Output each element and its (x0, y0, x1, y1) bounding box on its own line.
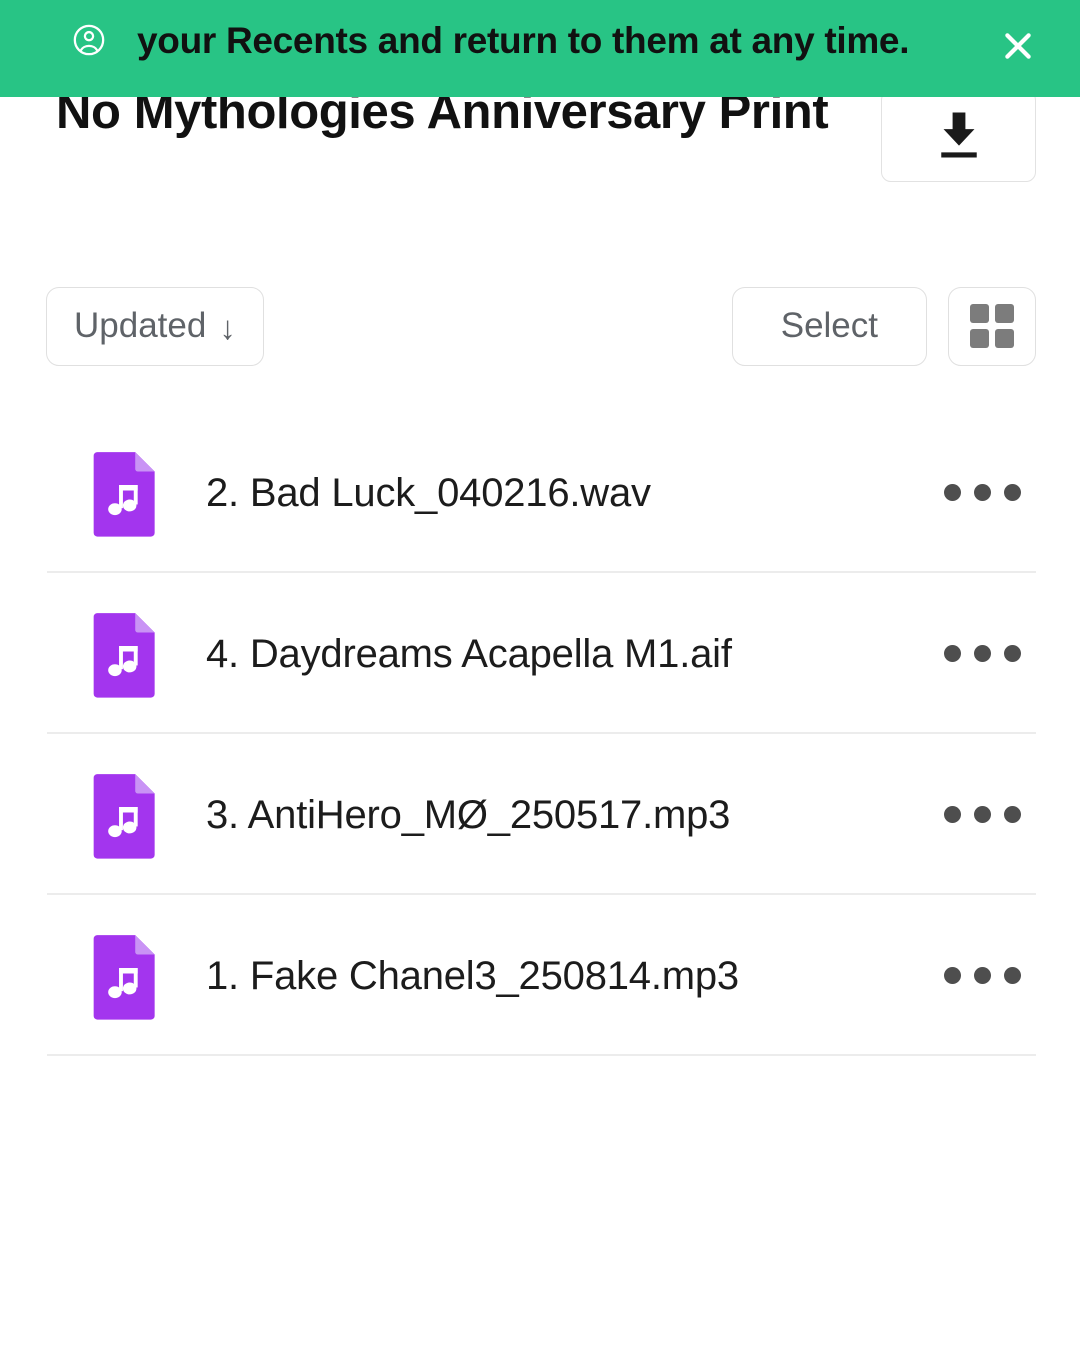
audio-file-icon (91, 932, 161, 1020)
notification-banner: your Recents and return to them at any t… (0, 0, 1080, 97)
audio-file-icon (91, 771, 161, 859)
file-name: 3. AntiHero_MØ_250517.mp3 (206, 792, 731, 837)
more-dot (973, 806, 991, 823)
file-name: 4. Daydreams Acapella M1.aif (206, 631, 732, 676)
sort-button-label: Updated (74, 306, 207, 345)
sort-button[interactable]: Updated ↓ (46, 286, 264, 366)
account-circle-icon (72, 23, 106, 57)
more-options-button[interactable] (928, 765, 1036, 865)
file-name: 1. Fake Chanel3_250814.mp3 (206, 953, 739, 998)
more-dot (1003, 806, 1021, 823)
more-options-button[interactable] (928, 604, 1036, 704)
download-button[interactable] (881, 90, 1036, 182)
download-icon (927, 104, 991, 168)
more-dot (973, 484, 991, 501)
toolbar-right-group: Select (731, 286, 1036, 366)
more-dot (1003, 645, 1021, 662)
grid-cell (970, 329, 989, 348)
sort-descending-arrow-icon: ↓ (219, 308, 236, 346)
table-row[interactable]: 3. AntiHero_MØ_250517.mp3 (0, 734, 1080, 895)
audio-file-icon (91, 610, 161, 698)
more-dot (1003, 967, 1021, 984)
grid-cell (995, 304, 1014, 323)
audio-file-icon (91, 449, 161, 537)
more-dot (943, 967, 961, 984)
table-row[interactable]: 2. Bad Luck_040216.wav (0, 412, 1080, 573)
close-icon[interactable] (986, 14, 1050, 78)
more-dot (943, 645, 961, 662)
table-row[interactable]: 4. Daydreams Acapella M1.aif (0, 573, 1080, 734)
more-dot (973, 645, 991, 662)
grid-cell (995, 329, 1014, 348)
select-button[interactable]: Select (731, 286, 927, 366)
notification-banner-message: your Recents and return to them at any t… (137, 20, 910, 61)
list-toolbar: Updated ↓ Select (0, 286, 1080, 366)
file-name: 2. Bad Luck_040216.wav (206, 470, 651, 515)
toolbar-left-group: Updated ↓ (46, 286, 264, 366)
more-dot (973, 967, 991, 984)
file-browser-screen: No Mythologies Anniversary Print Updated… (0, 0, 1080, 1350)
more-dot (943, 806, 961, 823)
more-dot (1003, 484, 1021, 501)
grid-view-toggle-button[interactable] (948, 286, 1036, 366)
grid-view-icon (970, 304, 1014, 348)
file-list: 2. Bad Luck_040216.wav 4. Daydreams Acap… (0, 412, 1080, 1056)
table-row[interactable]: 1. Fake Chanel3_250814.mp3 (0, 895, 1080, 1056)
more-options-button[interactable] (928, 443, 1036, 543)
more-dot (943, 484, 961, 501)
select-button-label: Select (780, 306, 878, 345)
more-options-button[interactable] (928, 926, 1036, 1026)
grid-cell (970, 304, 989, 323)
